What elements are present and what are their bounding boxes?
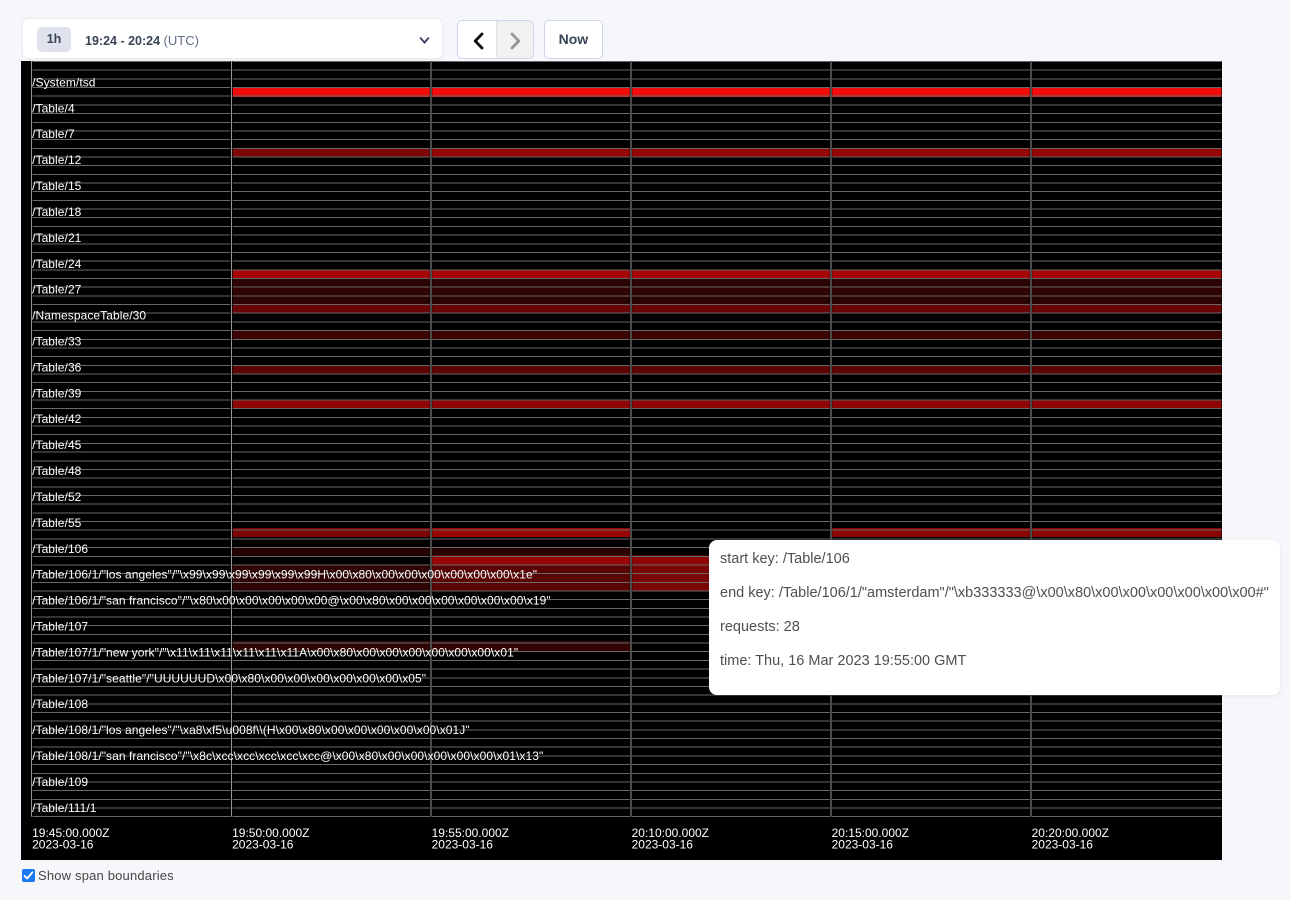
svg-text:/Table/27: /Table/27 — [32, 282, 82, 296]
svg-text:/Table/108: /Table/108 — [32, 697, 88, 711]
svg-text:/Table/21: /Table/21 — [32, 230, 82, 244]
svg-text:/Table/109: /Table/109 — [32, 775, 88, 789]
svg-text:/Table/107/1/"new york"/"\x11\: /Table/107/1/"new york"/"\x11\x11\x11\x1… — [32, 645, 518, 659]
svg-text:/Table/12: /Table/12 — [32, 153, 82, 167]
svg-text:/System/tsd: /System/tsd — [32, 75, 95, 89]
svg-text:/Table/108/1/"los angeles"/"\x: /Table/108/1/"los angeles"/"\xa8\xf5\u00… — [32, 723, 470, 737]
svg-text:/Table/106: /Table/106 — [32, 541, 88, 555]
svg-text:/Table/7: /Table/7 — [32, 127, 75, 141]
svg-text:/Table/48: /Table/48 — [32, 464, 82, 478]
svg-text:/NamespaceTable/30: /NamespaceTable/30 — [32, 308, 146, 322]
svg-text:/Table/15: /Table/15 — [32, 179, 82, 193]
svg-text:2023-03-16: 2023-03-16 — [432, 837, 494, 851]
svg-text:/Table/55: /Table/55 — [32, 515, 82, 529]
svg-text:/Table/24: /Table/24 — [32, 256, 82, 270]
svg-text:2023-03-16: 2023-03-16 — [32, 837, 94, 851]
svg-text:/Table/107/1/"seattle"/"UUUUUU: /Table/107/1/"seattle"/"UUUUUUD\x00\x80\… — [32, 671, 426, 685]
svg-text:/Table/108/1/"san francisco"/": /Table/108/1/"san francisco"/"\x8c\xcc\x… — [32, 749, 543, 763]
svg-text:2023-03-16: 2023-03-16 — [632, 837, 694, 851]
svg-text:/Table/52: /Table/52 — [32, 490, 82, 504]
svg-text:/Table/107: /Table/107 — [32, 619, 88, 633]
svg-text:2023-03-16: 2023-03-16 — [232, 837, 294, 851]
svg-text:/Table/39: /Table/39 — [32, 386, 82, 400]
svg-text:/Table/106/1/"san francisco"/": /Table/106/1/"san francisco"/"\x80\x00\x… — [32, 593, 551, 607]
svg-text:/Table/18: /Table/18 — [32, 205, 82, 219]
svg-text:/Table/33: /Table/33 — [32, 334, 82, 348]
svg-text:/Table/42: /Table/42 — [32, 412, 82, 426]
svg-text:/Table/111/1: /Table/111/1 — [32, 800, 97, 814]
svg-text:/Table/106/1/"los angeles"/"\x: /Table/106/1/"los angeles"/"\x99\x99\x99… — [32, 567, 537, 581]
svg-text:/Table/36: /Table/36 — [32, 360, 82, 374]
svg-text:/Table/4: /Table/4 — [32, 101, 75, 115]
svg-text:2023-03-16: 2023-03-16 — [832, 837, 894, 851]
svg-text:/Table/45: /Table/45 — [32, 438, 82, 452]
svg-text:2023-03-16: 2023-03-16 — [1032, 837, 1094, 851]
